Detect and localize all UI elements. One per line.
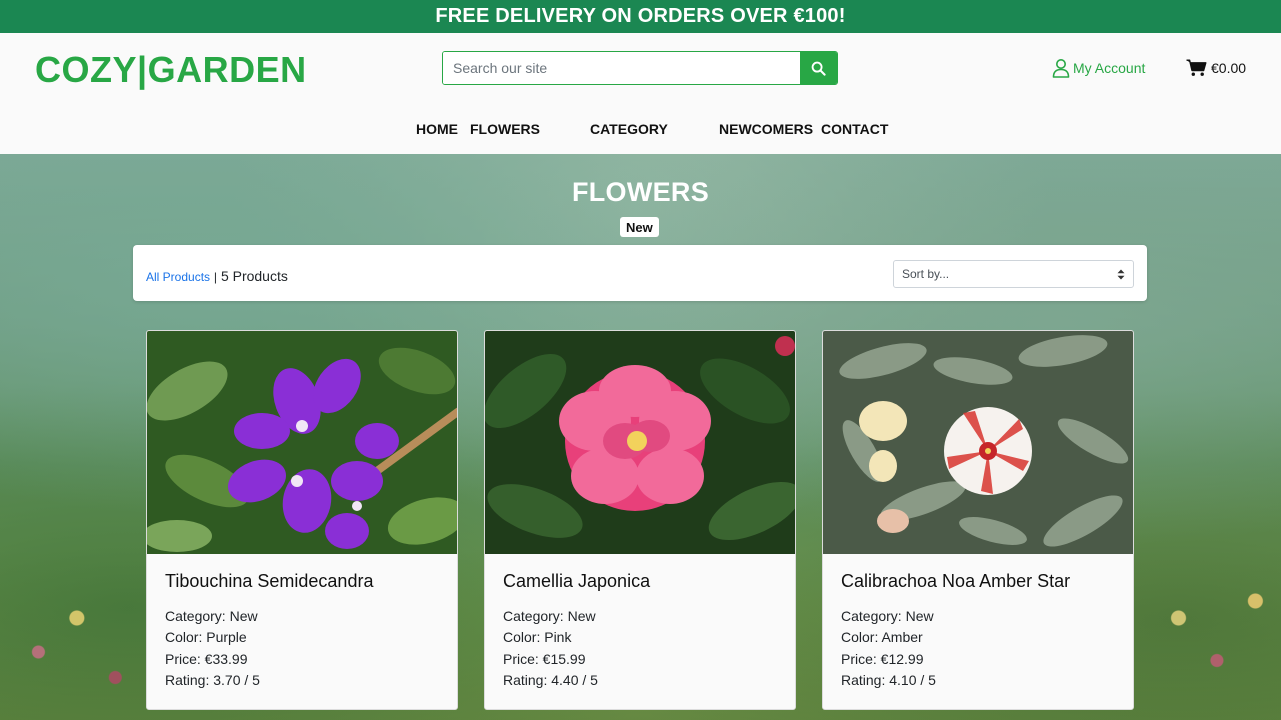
search-button[interactable]	[800, 52, 837, 84]
breadcrumb: All Products | 5 Products	[146, 268, 288, 284]
site-logo[interactable]: COZY|GARDEN	[35, 50, 307, 90]
product-category: Category: New	[165, 608, 258, 624]
product-category: Category: New	[841, 608, 934, 624]
sort-arrows-icon	[1117, 269, 1125, 279]
user-icon	[1052, 59, 1070, 78]
product-rating: Rating: 4.40 / 5	[503, 671, 598, 688]
cart-link[interactable]: €0.00	[1186, 57, 1246, 79]
nav-flowers[interactable]: FLOWERS	[470, 121, 540, 137]
product-price: Price: €15.99	[503, 650, 586, 667]
hero-section: FLOWERS New All Products | 5 Products So…	[0, 154, 1281, 720]
product-color: Color: Pink	[503, 629, 572, 646]
product-rating: Rating: 4.10 / 5	[841, 671, 936, 688]
search-bar	[442, 51, 838, 85]
search-input[interactable]	[443, 52, 800, 84]
product-card[interactable]: Camellia Japonica Category: New Color: P…	[484, 330, 796, 710]
nav-contact[interactable]: CONTACT	[821, 121, 888, 137]
sort-select[interactable]: Sort by...	[893, 260, 1134, 288]
my-account-label: My Account	[1073, 60, 1146, 76]
search-icon	[811, 61, 826, 76]
product-details: Category: New Color: Purple Price: €33.9…	[165, 606, 260, 691]
breadcrumb-separator: |	[213, 270, 218, 284]
product-category: Category: New	[503, 608, 596, 624]
promo-banner-text: FREE DELIVERY ON ORDERS OVER €100!	[435, 5, 846, 27]
page-title: FLOWERS	[571, 177, 710, 207]
product-card[interactable]: Calibrachoa Noa Amber Star Category: New…	[822, 330, 1134, 710]
product-name[interactable]: Calibrachoa Noa Amber Star	[841, 571, 1070, 592]
product-rating: Rating: 3.70 / 5	[165, 671, 260, 688]
product-details: Category: New Color: Pink Price: €15.99 …	[503, 606, 598, 691]
product-color: Color: Purple	[165, 629, 247, 646]
product-image[interactable]	[485, 331, 795, 554]
main-nav: HOME FLOWERS CATEGORY NEWCOMERS CONTACT	[0, 121, 1281, 139]
category-badge: New	[620, 217, 659, 237]
product-color: Color: Amber	[841, 629, 923, 646]
product-count: 5 Products	[220, 268, 288, 284]
nav-category[interactable]: CATEGORY	[590, 121, 668, 137]
promo-banner: FREE DELIVERY ON ORDERS OVER €100!	[0, 0, 1281, 33]
sort-selected-label: Sort by...	[902, 267, 950, 281]
product-image[interactable]	[147, 331, 457, 554]
cart-icon	[1186, 59, 1207, 76]
product-price: Price: €12.99	[841, 650, 924, 667]
product-image[interactable]	[823, 331, 1133, 554]
my-account-link[interactable]: My Account	[1052, 57, 1145, 79]
nav-newcomers[interactable]: NEWCOMERS	[719, 121, 813, 137]
all-products-link[interactable]: All Products	[146, 270, 210, 284]
filter-bar: All Products | 5 Products Sort by...	[133, 245, 1147, 301]
site-header: COZY|GARDEN My Account €0.00 HOME FLOWER…	[0, 33, 1281, 154]
product-name[interactable]: Tibouchina Semidecandra	[165, 571, 373, 592]
product-details: Category: New Color: Amber Price: €12.99…	[841, 606, 936, 691]
nav-home[interactable]: HOME	[416, 121, 458, 137]
product-name[interactable]: Camellia Japonica	[503, 571, 650, 592]
product-price: Price: €33.99	[165, 650, 248, 667]
cart-total: €0.00	[1211, 60, 1247, 76]
product-card[interactable]: Tibouchina Semidecandra Category: New Co…	[146, 330, 458, 710]
